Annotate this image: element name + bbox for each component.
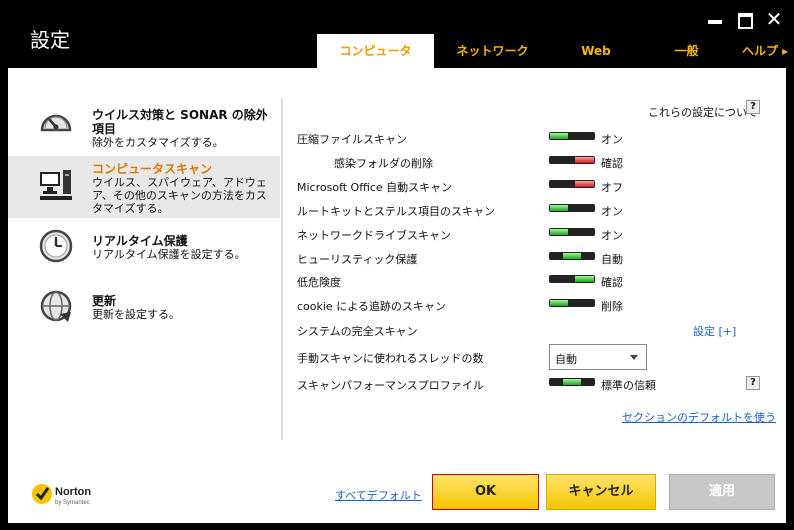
computer-icon xyxy=(40,170,72,200)
toggle-switch[interactable] xyxy=(549,299,595,307)
setting-label: 手動スキャンに使われるスレッドの数 xyxy=(297,352,484,365)
title-bar: 設定 ✕ コンピュータ ネットワーク Web 一般 ヘルプ ▸ xyxy=(0,0,794,68)
setting-value: 削除 xyxy=(601,300,623,313)
sidebar: ウイルス対策と SONAR の除外項目 除外をカスタマイズする。 コンピュータス… xyxy=(8,68,280,444)
tab-bar: コンピュータ ネットワーク Web 一般 ヘルプ ▸ xyxy=(317,34,794,68)
setting-row-infected-folders: 感染フォルダの削除 確認 xyxy=(297,152,767,172)
performance-help-button[interactable]: ? xyxy=(746,376,760,390)
setting-value: 標準の信頼 xyxy=(601,379,656,392)
tab-help[interactable]: ヘルプ ▸ xyxy=(732,34,794,68)
sidebar-item-exclusions[interactable]: ウイルス対策と SONAR の除外項目 除外をカスタマイズする。 xyxy=(8,96,280,156)
toggle-switch[interactable] xyxy=(549,204,595,212)
sidebar-item-computer-scan[interactable]: コンピュータスキャン ウイルス、スパイウェア、アドウェア、その他のスキャンの方法… xyxy=(8,156,280,218)
chevron-down-icon xyxy=(630,355,638,360)
speedometer-icon xyxy=(40,114,72,132)
apply-button[interactable]: 適用 xyxy=(669,474,775,510)
setting-row-performance: スキャンパフォーマンスプロファイル 標準の信頼 ? xyxy=(297,374,767,394)
about-settings-label: これらの設定について xyxy=(648,106,758,119)
full-scan-settings-link[interactable]: 設定 [+] xyxy=(693,323,736,339)
setting-label: ルートキットとステルス項目のスキャン xyxy=(297,205,495,218)
setting-row-cookie-scan: cookie による追跡のスキャン 削除 xyxy=(297,295,767,315)
setting-row-low-risk: 低危険度 確認 xyxy=(297,271,767,291)
threads-select-value: 自動 xyxy=(555,353,577,366)
setting-row-archive-scan: 圧縮ファイルスキャン オン xyxy=(297,128,767,148)
setting-value: 確認 xyxy=(601,276,623,289)
sidebar-item-title: コンピュータスキャン xyxy=(92,162,213,176)
logo-text: Norton xyxy=(55,486,91,498)
setting-value: オン xyxy=(601,229,623,242)
setting-row-office-scan: Microsoft Office 自動スキャン オフ xyxy=(297,176,767,196)
sidebar-item-desc: 更新を設定する。 xyxy=(92,308,180,321)
setting-row-heuristic: ヒューリスティック保護 自動 xyxy=(297,248,767,268)
setting-value: オン xyxy=(601,205,623,218)
tab-computer[interactable]: コンピュータ xyxy=(317,34,434,68)
tab-web[interactable]: Web xyxy=(551,34,641,68)
toggle-switch[interactable] xyxy=(549,228,595,236)
tab-network[interactable]: ネットワーク xyxy=(434,34,551,68)
setting-label: スキャンパフォーマンスプロファイル xyxy=(297,379,484,392)
threads-select[interactable]: 自動 xyxy=(549,344,647,370)
sidebar-item-desc: ウイルス、スパイウェア、アドウェア、その他のスキャンの方法をカスタマイズする。 xyxy=(92,176,267,215)
setting-label: 感染フォルダの削除 xyxy=(334,157,433,170)
toggle-switch[interactable] xyxy=(549,275,595,283)
setting-label: 低危険度 xyxy=(297,276,341,289)
setting-label: ヒューリスティック保護 xyxy=(297,253,418,266)
section-defaults-link[interactable]: セクションのデフォルトを使う xyxy=(622,409,776,425)
about-help-button[interactable]: ? xyxy=(746,100,760,114)
setting-label: cookie による追跡のスキャン xyxy=(297,300,446,313)
clock-icon xyxy=(39,229,73,263)
setting-row-threads: 手動スキャンに使われるスレッドの数 自動 xyxy=(297,344,767,370)
toggle-switch[interactable] xyxy=(549,156,595,164)
window-title: 設定 xyxy=(30,28,70,52)
toggle-switch[interactable] xyxy=(549,180,595,188)
setting-label: Microsoft Office 自動スキャン xyxy=(297,181,453,194)
setting-label: システムの完全スキャン xyxy=(297,325,418,338)
sidebar-item-update[interactable]: 更新 更新を設定する。 xyxy=(8,286,280,336)
sidebar-item-title: リアルタイム保護 xyxy=(92,234,188,248)
sidebar-item-desc: リアルタイム保護を設定する。 xyxy=(92,248,246,261)
globe-update-icon xyxy=(40,290,72,322)
setting-row-network-drive: ネットワークドライブスキャン オン xyxy=(297,224,767,244)
sidebar-item-title: 更新 xyxy=(92,294,117,308)
close-icon[interactable]: ✕ xyxy=(765,9,783,29)
sidebar-item-realtime[interactable]: リアルタイム保護 リアルタイム保護を設定する。 xyxy=(8,226,280,276)
setting-value: オン xyxy=(601,133,623,146)
setting-value: 確認 xyxy=(601,157,623,170)
panel-divider xyxy=(281,98,283,440)
setting-label: ネットワークドライブスキャン xyxy=(297,229,451,242)
toggle-switch[interactable] xyxy=(549,132,595,140)
setting-value: オフ xyxy=(601,181,623,194)
cancel-button[interactable]: キャンセル xyxy=(546,474,656,510)
norton-logo: Norton by Symantec xyxy=(32,484,91,506)
setting-value: 自動 xyxy=(601,253,623,266)
sidebar-item-title: ウイルス対策と SONAR の除外項目 xyxy=(92,108,268,136)
ok-button[interactable]: OK xyxy=(432,474,539,510)
setting-row-full-scan: システムの完全スキャン 設定 [+] xyxy=(297,320,767,340)
toggle-switch[interactable] xyxy=(549,378,595,386)
setting-label: 圧縮ファイルスキャン xyxy=(297,133,407,146)
settings-content: ウイルス対策と SONAR の除外項目 除外をカスタマイズする。 コンピュータス… xyxy=(8,68,786,523)
sidebar-item-desc: 除外をカスタマイズする。 xyxy=(92,136,224,149)
tab-general[interactable]: 一般 xyxy=(641,34,732,68)
minimize-icon[interactable] xyxy=(706,10,724,28)
logo-subtext: by Symantec xyxy=(55,500,90,506)
toggle-switch[interactable] xyxy=(549,252,595,260)
all-defaults-link[interactable]: すべてデフォルト xyxy=(335,487,422,503)
maximize-icon[interactable] xyxy=(736,10,754,29)
setting-row-rootkit-scan: ルートキットとステルス項目のスキャン オン xyxy=(297,200,767,220)
